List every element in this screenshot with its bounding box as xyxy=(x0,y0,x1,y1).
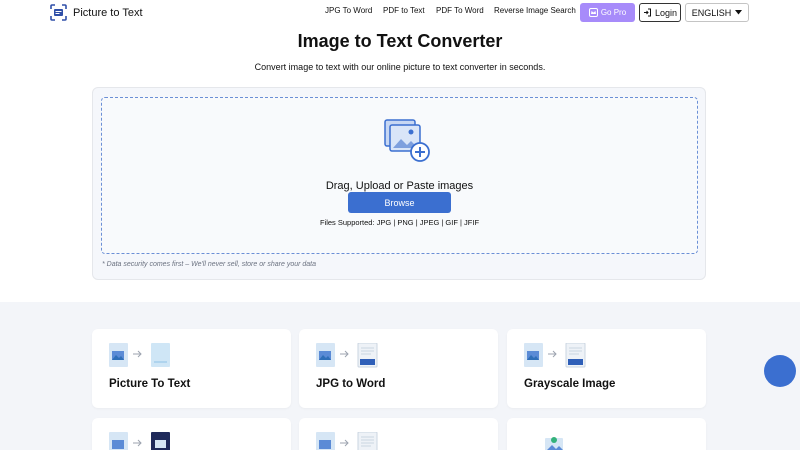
image-to-pdf-icon xyxy=(109,432,170,450)
header: Picture to Text JPG To Word PDF to Text … xyxy=(0,0,800,26)
files-supported: Files Supported: JPG | PNG | JPEG | GIF … xyxy=(319,218,480,227)
photo-edit-icon xyxy=(545,437,563,450)
chat-fab-button[interactable] xyxy=(764,355,796,387)
language-label: ENGLISH xyxy=(691,7,732,18)
tool-card-row2-2[interactable] xyxy=(299,418,498,450)
browse-button[interactable]: Browse xyxy=(348,192,451,213)
nav-jpg-to-word[interactable]: JPG To Word xyxy=(325,6,372,15)
upload-card: Drag, Upload or Paste images Browse File… xyxy=(92,87,706,280)
nav-pdf-to-text[interactable]: PDF to Text xyxy=(383,6,425,15)
logo[interactable]: Picture to Text xyxy=(50,4,143,21)
go-pro-button[interactable]: Go Pro xyxy=(580,3,635,22)
tool-card-row2-1[interactable] xyxy=(92,418,291,450)
scan-logo-icon xyxy=(50,4,67,21)
jpg-to-word-icon xyxy=(316,343,378,368)
tool-card-jpg-to-word[interactable]: JPG to Word xyxy=(299,329,498,408)
login-label: Login xyxy=(654,7,678,18)
security-note: * Data security comes first – We'll neve… xyxy=(102,261,317,268)
page-title: Image to Text Converter xyxy=(297,31,503,51)
tool-title: Grayscale Image xyxy=(524,378,616,390)
tool-card-grayscale-image[interactable]: Grayscale Image xyxy=(507,329,706,408)
login-icon xyxy=(643,8,651,17)
grayscale-icon xyxy=(524,343,586,368)
tool-card-row2-3[interactable] xyxy=(507,418,706,450)
login-button[interactable]: Login xyxy=(639,3,681,22)
go-pro-label: Go Pro xyxy=(600,8,627,17)
add-image-icon xyxy=(384,119,430,162)
logo-text: Picture to Text xyxy=(73,6,143,19)
language-select[interactable]: ENGLISH xyxy=(685,3,749,22)
dropzone[interactable]: Drag, Upload or Paste images Browse File… xyxy=(101,97,698,254)
tool-title: JPG to Word xyxy=(316,378,386,390)
crown-icon xyxy=(588,8,598,17)
image-to-doc-icon xyxy=(316,432,378,450)
nav-pdf-to-word[interactable]: PDF To Word xyxy=(436,6,484,15)
tool-card-picture-to-text[interactable]: Picture To Text xyxy=(92,329,291,408)
dropzone-prompt: Drag, Upload or Paste images xyxy=(325,180,474,192)
tool-title: Picture To Text xyxy=(109,378,191,390)
nav-reverse-image-search[interactable]: Reverse Image Search xyxy=(494,6,576,15)
image-to-text-icon xyxy=(109,343,170,367)
page-subtitle: Convert image to text with our online pi… xyxy=(254,62,546,72)
caret-down-icon xyxy=(735,10,743,15)
